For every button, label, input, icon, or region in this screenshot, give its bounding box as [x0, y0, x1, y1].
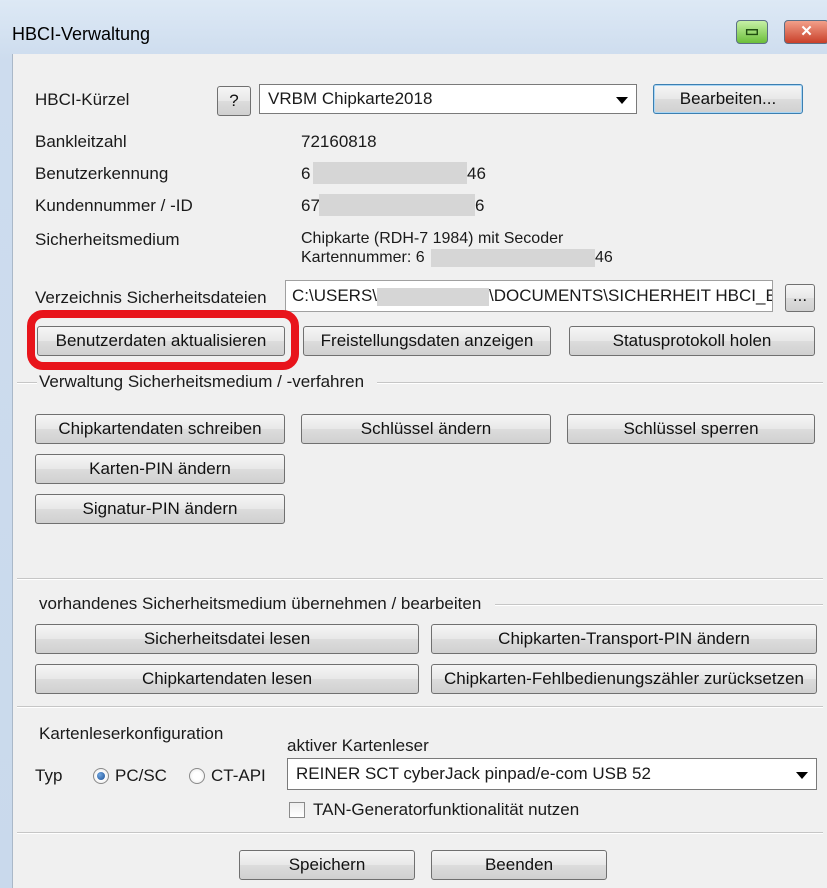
- group-separator: [17, 578, 823, 580]
- exit-button[interactable]: Beenden: [431, 850, 607, 880]
- hbci-kuerzel-select[interactable]: VRBM Chipkarte2018: [259, 84, 637, 114]
- user-id-value-start: 6: [301, 164, 311, 183]
- write-card-data-button[interactable]: Chipkartendaten schreiben: [35, 414, 285, 444]
- show-exemption-data-button[interactable]: Freistellungsdaten anzeigen: [303, 326, 551, 356]
- customer-id-label: Kundennummer / -ID: [35, 196, 193, 215]
- help-button[interactable]: ?: [217, 86, 251, 116]
- pcsc-label[interactable]: PC/SC: [115, 766, 167, 786]
- change-signature-pin-button[interactable]: Signatur-PIN ändern: [35, 494, 285, 524]
- customer-id-value-end: 6: [475, 196, 485, 215]
- security-medium-label: Sicherheitsmedium: [35, 230, 180, 249]
- pcsc-radio[interactable]: [93, 768, 109, 784]
- edit-button[interactable]: Bearbeiten...: [653, 84, 803, 114]
- chevron-down-icon: [796, 772, 808, 779]
- type-label: Typ: [35, 766, 63, 785]
- change-card-pin-button[interactable]: Karten-PIN ändern: [35, 454, 285, 484]
- change-transport-pin-button[interactable]: Chipkarten-Transport-PIN ändern: [431, 624, 817, 654]
- tan-generator-checkbox[interactable]: [289, 802, 305, 818]
- card-number-end: 46: [595, 249, 613, 266]
- read-security-file-button[interactable]: Sicherheitsdatei lesen: [35, 624, 419, 654]
- ctapi-radio[interactable]: [189, 768, 205, 784]
- blz-label: Bankleitzahl: [35, 132, 127, 151]
- existing-medium-group-title: vorhandenes Sicherheitsmedium übernehmen…: [39, 594, 482, 613]
- ctapi-label[interactable]: CT-API: [211, 766, 266, 786]
- group-line: [377, 382, 823, 384]
- user-id-label: Benutzerkennung: [35, 164, 169, 183]
- group-line: [495, 604, 823, 606]
- redacted-customer-id: [319, 194, 475, 216]
- redacted-user-id: [313, 162, 467, 184]
- reader-config-title: Kartenleserkonfiguration: [39, 724, 224, 743]
- hbci-kuerzel-value: VRBM Chipkarte2018: [268, 89, 433, 108]
- dialog-client-area: HBCI-Kürzel ? VRBM Chipkarte2018 Bearbei…: [12, 54, 827, 888]
- directory-path-start: C:\USERS\: [292, 286, 378, 305]
- directory-path-end: \DOCUMENTS\SICHERHEIT HBCI_E: [489, 286, 773, 305]
- group-separator: [17, 706, 823, 708]
- customer-id-value-start: 67: [301, 196, 320, 215]
- directory-path-field[interactable]: C:\USERS\ \DOCUMENTS\SICHERHEIT HBCI_E: [285, 280, 773, 312]
- get-status-log-button[interactable]: Statusprotokoll holen: [569, 326, 815, 356]
- tan-generator-label[interactable]: TAN-Generatorfunktionalität nutzen: [313, 800, 579, 820]
- active-reader-value: REINER SCT cyberJack pinpad/e-com USB 52: [296, 764, 651, 783]
- window-title: HBCI-Verwaltung: [12, 24, 151, 44]
- active-reader-label: aktiver Kartenleser: [287, 736, 429, 755]
- group-separator: [17, 832, 823, 834]
- directory-label: Verzeichnis Sicherheitsdateien: [35, 288, 267, 307]
- restore-icon[interactable]: ▭: [736, 20, 768, 44]
- title-bar: HBCI-Verwaltung ▭ ✕: [0, 0, 827, 52]
- red-highlight-annotation: [27, 310, 299, 370]
- read-card-data-button[interactable]: Chipkartendaten lesen: [35, 664, 419, 694]
- card-number-label: Kartennummer: 6: [301, 249, 425, 266]
- change-key-button[interactable]: Schlüssel ändern: [301, 414, 551, 444]
- active-reader-select[interactable]: REINER SCT cyberJack pinpad/e-com USB 52: [287, 758, 817, 790]
- reset-error-counter-button[interactable]: Chipkarten-Fehlbedienungszähler zurückse…: [431, 664, 817, 694]
- hbci-kuerzel-label: HBCI-Kürzel: [35, 90, 130, 109]
- redacted-card-number: [431, 249, 595, 267]
- browse-button[interactable]: ...: [785, 284, 815, 312]
- hbci-window: HBCI-Verwaltung ▭ ✕ HBCI-Kürzel ? VRBM C…: [0, 0, 827, 888]
- blz-value: 72160818: [301, 132, 377, 151]
- group-line: [17, 382, 37, 384]
- chevron-down-icon: [616, 97, 628, 104]
- lock-key-button[interactable]: Schlüssel sperren: [567, 414, 815, 444]
- save-button[interactable]: Speichern: [239, 850, 415, 880]
- user-id-value-end: 46: [467, 164, 486, 183]
- security-medium-group-title: Verwaltung Sicherheitsmedium / -verfahre…: [39, 372, 365, 391]
- close-icon[interactable]: ✕: [784, 20, 827, 44]
- redacted-username: [377, 287, 490, 306]
- security-medium-value: Chipkarte (RDH-7 1984) mit Secoder: [301, 230, 564, 247]
